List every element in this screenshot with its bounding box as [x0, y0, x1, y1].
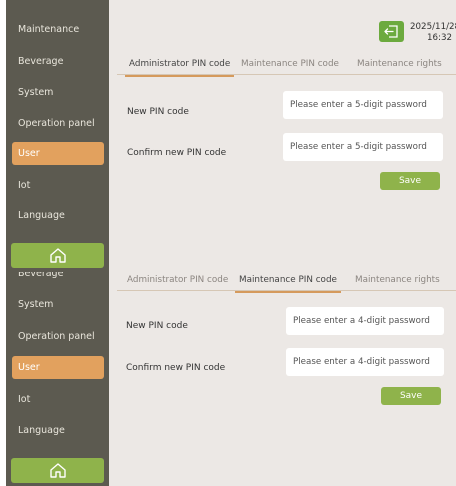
sidebar-item-operation-panel[interactable]: Operation panel: [12, 112, 104, 135]
sidebar-item-operation-panel[interactable]: Operation panel: [12, 325, 104, 348]
tab-administrator-pin[interactable]: Administrator PIN code: [124, 53, 235, 77]
pin-tabs: Administrator PIN code Maintenance PIN c…: [117, 269, 456, 293]
home-button[interactable]: [11, 243, 104, 268]
sidebar-item-iot[interactable]: Iot: [12, 388, 104, 411]
tab-maintenance-pin[interactable]: Maintenance PIN code: [235, 269, 341, 293]
confirm-pin-label: Confirm new PIN code: [127, 148, 227, 158]
tab-maintenance-rights[interactable]: Maintenance rights: [355, 269, 440, 291]
tab-maintenance-rights[interactable]: Maintenance rights: [357, 53, 442, 75]
sidebar-item-beverage[interactable]: Beverage: [12, 50, 104, 73]
new-pin-label: New PIN code: [127, 107, 189, 117]
sidebar-item-beverage-clipped[interactable]: Beverage: [18, 272, 63, 280]
home-icon: [49, 248, 66, 263]
save-button[interactable]: Save: [381, 387, 441, 405]
sidebar-item-language[interactable]: Language: [12, 419, 104, 442]
sidebar-bottom: Beverage System Operation panel User Iot…: [6, 268, 109, 486]
home-button[interactable]: [11, 458, 104, 483]
sidebar-item-iot[interactable]: Iot: [12, 174, 104, 197]
admin-pin-panel: 2025/11/28 16:32 Administrator PIN code …: [109, 0, 456, 252]
confirm-pin-label: Confirm new PIN code: [126, 363, 226, 373]
sidebar-item-user[interactable]: User: [12, 356, 104, 379]
new-pin-label: New PIN code: [126, 321, 188, 331]
date-display: 2025/11/28: [410, 22, 456, 32]
exit-button[interactable]: [379, 21, 404, 42]
time-display: 16:32: [427, 33, 453, 43]
confirm-pin-input[interactable]: Please enter a 4-digit password: [286, 348, 444, 376]
new-pin-input[interactable]: Please enter a 4-digit password: [286, 307, 444, 335]
new-pin-input[interactable]: Please enter a 5-digit password: [283, 91, 443, 119]
maintenance-pin-panel: Administrator PIN code Maintenance PIN c…: [109, 252, 456, 486]
pin-tabs: Administrator PIN code Maintenance PIN c…: [117, 53, 456, 77]
tab-maintenance-pin[interactable]: Maintenance PIN code: [241, 53, 339, 75]
sidebar-item-language[interactable]: Language: [12, 204, 104, 227]
exit-icon: [384, 25, 398, 38]
tab-administrator-pin[interactable]: Administrator PIN code: [127, 269, 228, 291]
confirm-pin-input[interactable]: Please enter a 5-digit password: [283, 133, 443, 161]
sidebar-item-system[interactable]: System: [12, 81, 104, 104]
sidebar-item-maintenance[interactable]: Maintenance: [12, 18, 104, 41]
home-icon: [49, 463, 66, 478]
sidebar-top: Maintenance Beverage System Operation pa…: [6, 0, 109, 268]
sidebar-item-system[interactable]: System: [12, 293, 104, 316]
save-button[interactable]: Save: [380, 172, 440, 190]
sidebar-item-user[interactable]: User: [12, 142, 104, 165]
